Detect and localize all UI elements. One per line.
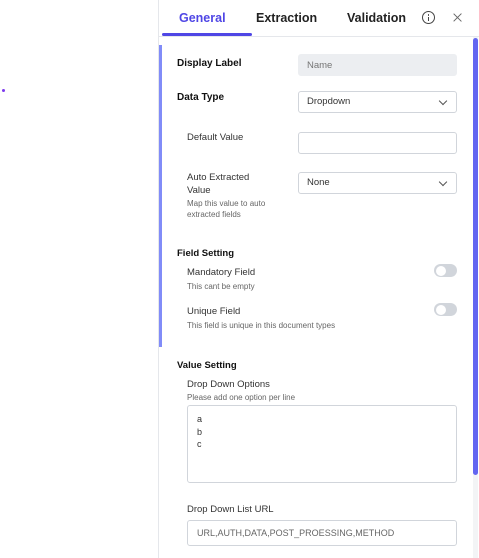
auto-extracted-hint-line2: extracted fields — [187, 210, 241, 219]
unique-field-label: Unique Field — [187, 306, 241, 317]
dropdown-options-textarea[interactable]: a b c — [187, 405, 457, 483]
scrollbar-thumb[interactable] — [473, 38, 478, 475]
value-setting-title: Value Setting — [177, 360, 237, 371]
auto-extracted-label-line1: Auto Extracted — [187, 172, 250, 183]
section-accent-bar — [159, 45, 162, 347]
tab-bar: General Extraction Validation — [159, 0, 479, 37]
mandatory-field-hint: This cant be empty — [187, 282, 255, 291]
field-setting-title: Field Setting — [177, 248, 234, 259]
background-dot — [2, 89, 5, 92]
auto-extracted-value: None — [307, 177, 330, 188]
info-icon[interactable] — [422, 11, 435, 24]
data-type-label: Data Type — [177, 92, 225, 103]
dropdown-url-label: Drop Down List URL — [187, 504, 274, 515]
tab-validation[interactable]: Validation — [347, 11, 406, 25]
data-type-select[interactable]: Dropdown — [298, 91, 457, 113]
auto-extracted-select[interactable]: None — [298, 172, 457, 194]
option-line: a — [197, 414, 203, 424]
dropdown-options-label: Drop Down Options — [187, 379, 270, 390]
auto-extracted-label-line2: Value — [187, 185, 211, 196]
chevron-down-icon — [438, 96, 448, 106]
unique-field-toggle[interactable] — [434, 303, 457, 316]
dropdown-url-input[interactable]: URL,AUTH,DATA,POST_PROESSING,METHOD — [187, 520, 457, 546]
close-icon[interactable] — [452, 12, 463, 23]
toggle-knob — [435, 265, 446, 276]
option-line: b — [197, 426, 203, 437]
tab-extraction[interactable]: Extraction — [256, 11, 317, 25]
chevron-down-icon — [438, 177, 448, 187]
default-value-label: Default Value — [187, 132, 244, 143]
dropdown-options-hint: Please add one option per line — [187, 393, 296, 402]
auto-extracted-hint-line1: Map this value to auto — [187, 199, 266, 208]
tab-general[interactable]: General — [179, 11, 226, 25]
data-type-value: Dropdown — [307, 96, 351, 107]
unique-field-hint: This field is unique in this document ty… — [187, 321, 336, 330]
mandatory-field-toggle[interactable] — [434, 264, 457, 277]
display-label-label: Display Label — [177, 58, 242, 69]
field-settings-panel: General Extraction Validation Display La… — [158, 0, 479, 558]
mandatory-field-label: Mandatory Field — [187, 267, 256, 278]
active-tab-indicator — [162, 33, 252, 36]
option-line: c — [197, 439, 202, 449]
display-label-input[interactable] — [298, 54, 457, 76]
default-value-input[interactable] — [298, 132, 457, 154]
toggle-knob — [435, 304, 446, 315]
